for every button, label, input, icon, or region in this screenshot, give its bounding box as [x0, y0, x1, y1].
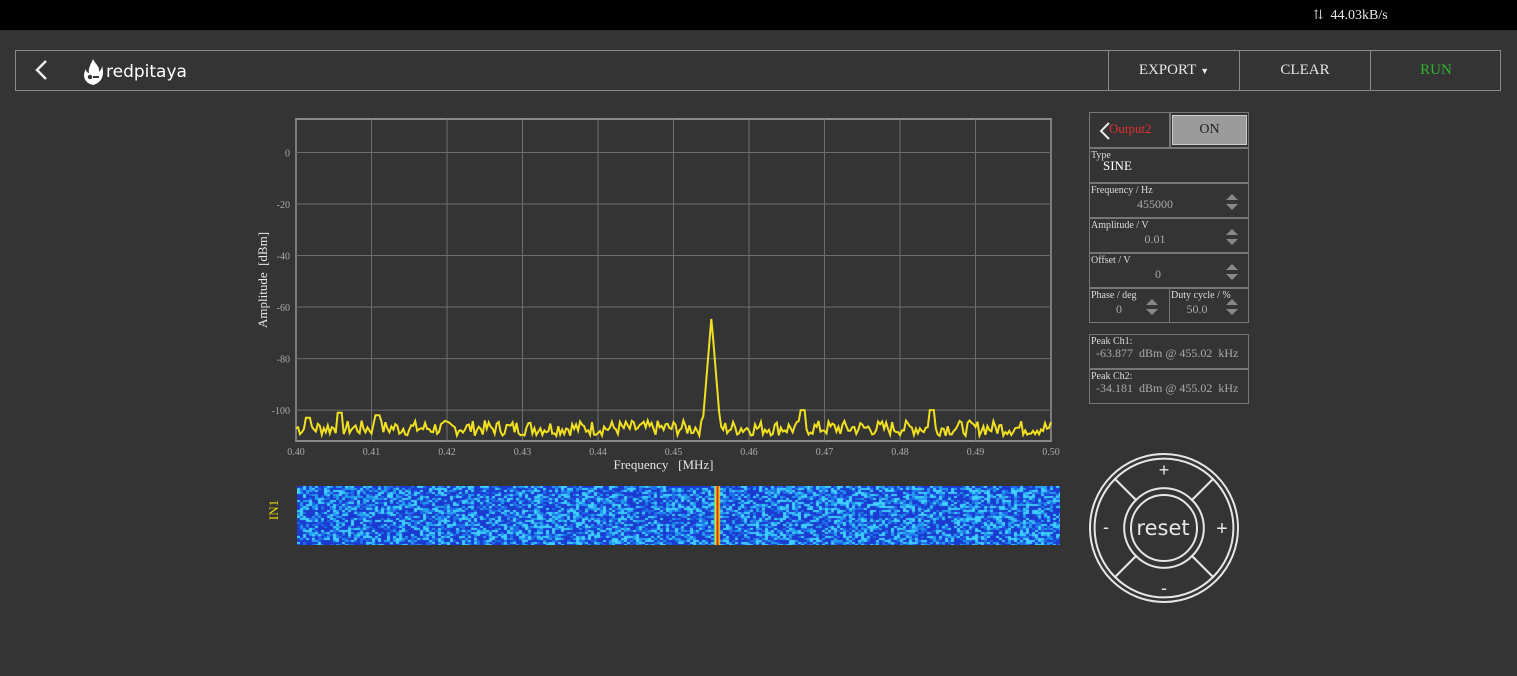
duty-cycle-stepper-icon[interactable]: [1226, 298, 1238, 316]
x-tick-label: 0.50: [1042, 447, 1060, 458]
amplitude-stepper-icon[interactable]: [1226, 228, 1238, 246]
output-channel-selector[interactable]: Output2: [1089, 112, 1170, 148]
redpitaya-logo: redpitaya: [82, 57, 187, 87]
peak-ch1: Peak Ch1: -63.877 dBm @ 455.02 kHz: [1089, 334, 1249, 369]
type-value: SINE: [1103, 158, 1132, 173]
network-status: ⇅ 44.03kB/s: [1313, 7, 1388, 24]
waterfall-display: [297, 486, 1060, 545]
type-field[interactable]: Type SINE: [1089, 148, 1249, 183]
y-tick-label: -100: [272, 406, 290, 417]
clear-label: CLEAR: [1280, 62, 1330, 78]
offset-field[interactable]: Offset / V 0: [1089, 253, 1249, 288]
logo-text: redpitaya: [106, 62, 187, 82]
phase-stepper-icon[interactable]: [1146, 298, 1158, 316]
network-speed: 44.03kB/s: [1330, 8, 1388, 23]
status-bar: ⇅ 44.03kB/s: [0, 0, 1517, 30]
waterfall-channel-label: IN1: [266, 499, 281, 521]
offset-label: Offset / V: [1091, 255, 1131, 266]
y-tick-label: -40: [277, 252, 290, 263]
reset-button[interactable]: reset: [1130, 494, 1198, 562]
zoom-dpad: + + - - reset: [1089, 453, 1239, 603]
dpad-left-minus: -: [1103, 517, 1109, 537]
up-down-arrows-icon: ⇅: [1313, 7, 1324, 22]
x-tick-label: 0.43: [514, 447, 532, 458]
x-tick-label: 0.42: [438, 447, 456, 458]
output-toggle-on: ON: [1172, 115, 1247, 145]
frequency-label: Frequency / Hz: [1091, 185, 1153, 196]
phase-value: 0: [1116, 302, 1122, 316]
x-tick-label: 0.46: [740, 447, 758, 458]
duty-cycle-value: 50.0: [1186, 302, 1208, 316]
offset-stepper-icon[interactable]: [1226, 263, 1238, 281]
amplitude-field[interactable]: Amplitude / V 0.01: [1089, 218, 1249, 253]
caret-down-icon: ▼: [1200, 65, 1210, 76]
dpad-up-plus: +: [1159, 460, 1170, 480]
back-button[interactable]: [26, 55, 56, 85]
y-tick-label: 0: [285, 148, 290, 159]
chevron-left-icon: [35, 60, 47, 80]
output-channel-name: Output2: [1109, 121, 1152, 136]
x-tick-label: 0.47: [816, 447, 834, 458]
y-tick-label: -80: [277, 355, 290, 366]
phase-label: Phase / deg: [1091, 290, 1137, 301]
dpad-left-button[interactable]: -: [1093, 477, 1138, 579]
run-button[interactable]: RUN: [1370, 51, 1501, 90]
x-tick-label: 0.48: [891, 447, 909, 458]
dpad-down-minus: -: [1161, 578, 1167, 598]
x-tick-label: 0.41: [363, 447, 381, 458]
export-label: EXPORT: [1138, 62, 1197, 78]
app-header: redpitaya EXPORT ▼ CLEAR RUN: [15, 50, 1501, 91]
x-tick-label: 0.40: [287, 447, 305, 458]
duty-cycle-field[interactable]: Duty cycle / % 50.0: [1169, 288, 1249, 323]
clear-button[interactable]: CLEAR: [1239, 51, 1370, 90]
phase-field[interactable]: Phase / deg 0: [1089, 288, 1170, 323]
offset-value: 0: [1155, 267, 1161, 281]
x-tick-label: 0.44: [589, 447, 607, 458]
frequency-stepper-icon[interactable]: [1226, 193, 1238, 211]
amplitude-value: 0.01: [1144, 232, 1166, 246]
peak-ch2-value: -34.181 dBm @ 455.02 kHz: [1096, 381, 1239, 395]
dpad-right-plus: +: [1216, 518, 1228, 540]
peak-ch2: Peak Ch2: -34.181 dBm @ 455.02 kHz: [1089, 369, 1249, 404]
x-axis-label: Frequency [MHz]: [614, 457, 714, 472]
y-tick-label: -60: [277, 303, 290, 314]
frequency-field[interactable]: Frequency / Hz 455000: [1089, 183, 1249, 218]
duty-cycle-label: Duty cycle / %: [1171, 290, 1231, 301]
y-axis-label: Amplitude [dBm]: [255, 232, 270, 328]
frequency-value: 455000: [1137, 197, 1173, 211]
x-tick-label: 0.49: [967, 447, 985, 458]
reset-label: reset: [1136, 516, 1189, 540]
export-button[interactable]: EXPORT ▼: [1108, 51, 1239, 90]
y-tick-label: -20: [277, 200, 290, 211]
flame-logo-icon: [84, 59, 104, 85]
spectrum-chart[interactable]: 0.40 0.41 0.42 0.43 0.44 0.45 0.46 0.47 0.48 0.49…: [240, 110, 1070, 480]
peak-ch1-value: -63.877 dBm @ 455.02 kHz: [1096, 346, 1239, 360]
run-label: RUN: [1420, 62, 1452, 78]
amplitude-label: Amplitude / V: [1091, 220, 1149, 231]
output-toggle[interactable]: ON: [1170, 112, 1249, 148]
